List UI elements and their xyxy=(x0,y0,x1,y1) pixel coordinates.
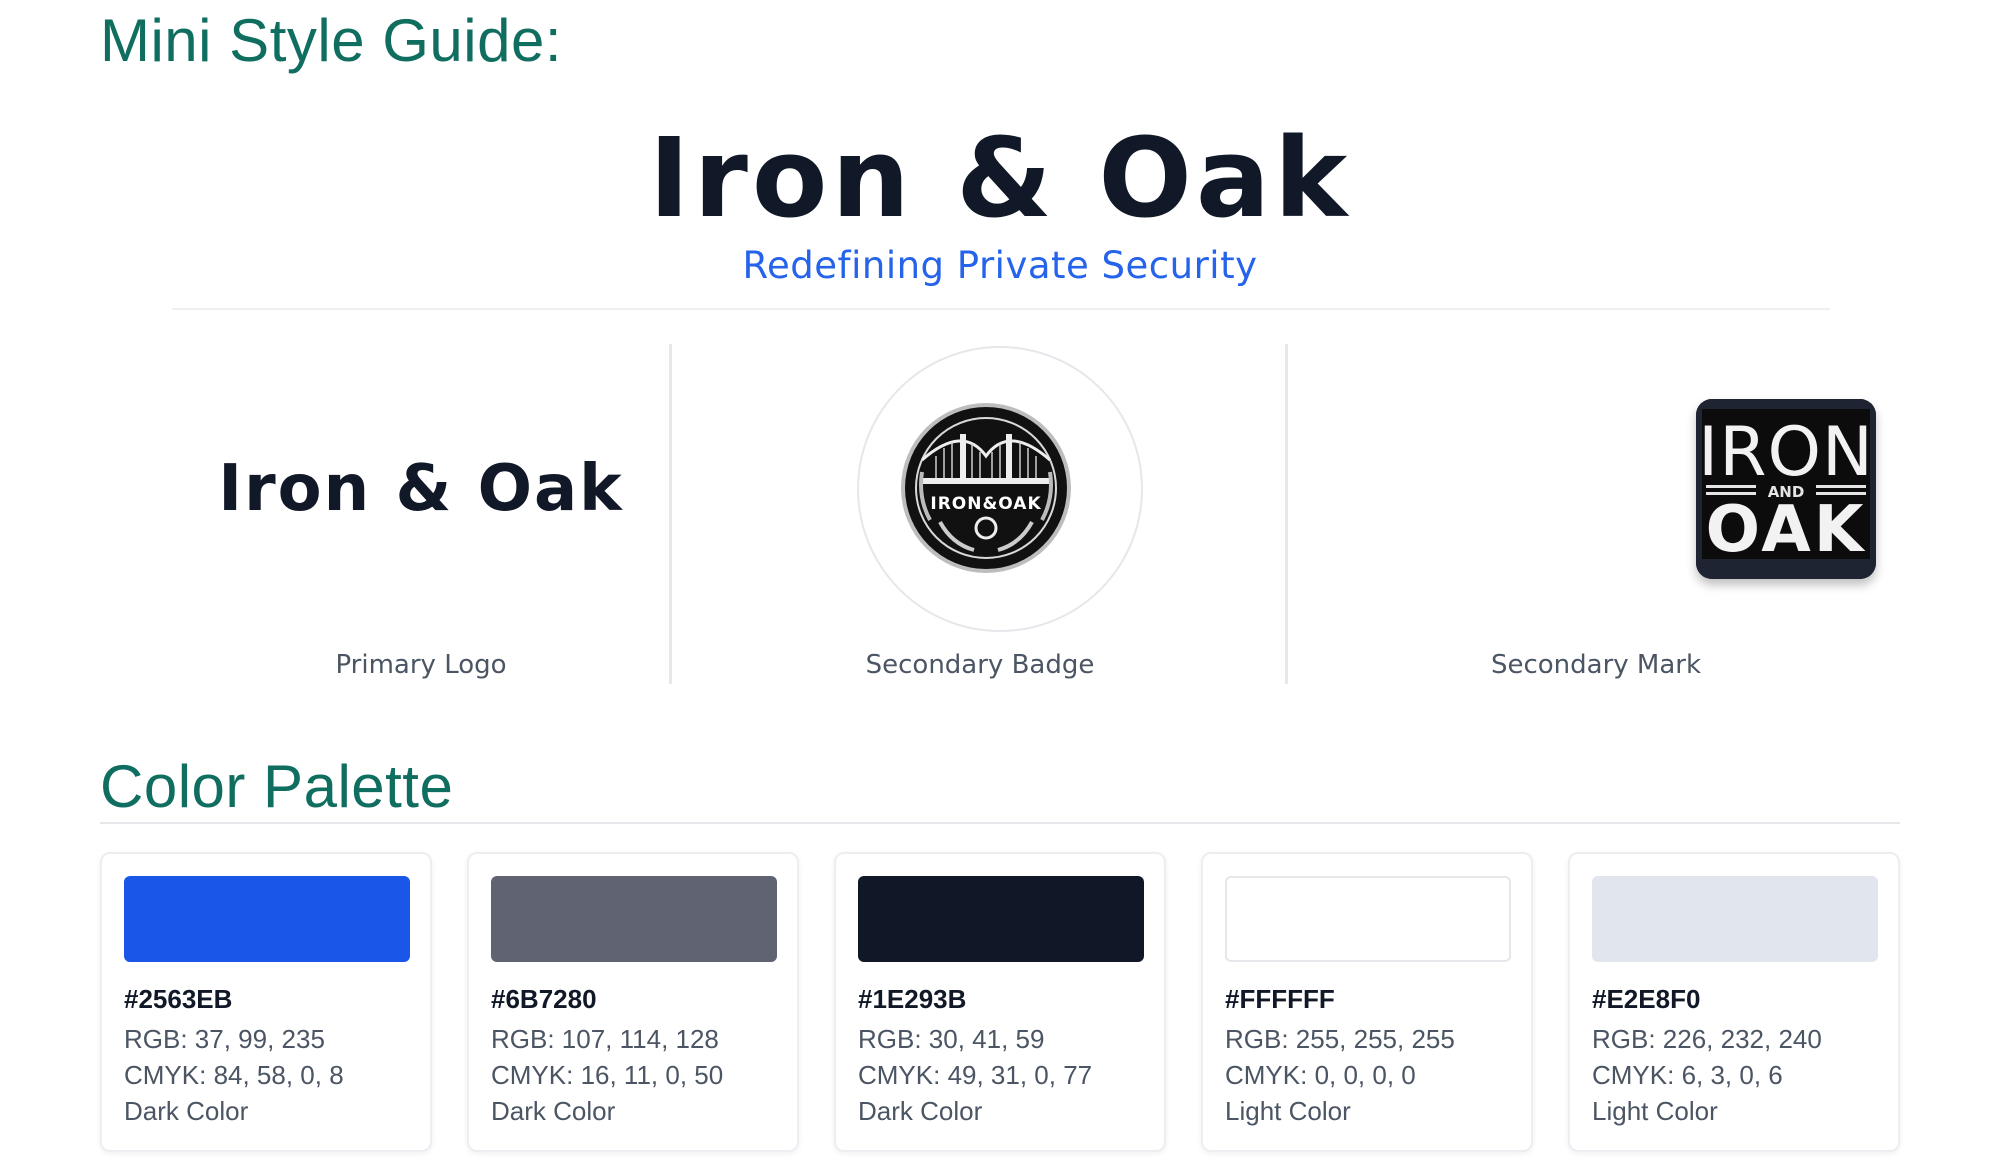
color-rgb: RGB: 37, 99, 235 xyxy=(124,1024,325,1054)
logo-showcase: Iron & Oak Primary Logo IRON&OAK Seconda… xyxy=(172,344,2000,684)
color-cmyk: CMYK: 0, 0, 0, 0 xyxy=(1225,1060,1416,1090)
color-rgb: RGB: 255, 255, 255 xyxy=(1225,1024,1455,1054)
color-card: #FFFFFF RGB: 255, 255, 255 CMYK: 0, 0, 0… xyxy=(1201,852,1533,1152)
color-swatch xyxy=(124,876,410,962)
palette-divider xyxy=(100,822,1900,824)
color-card: #6B7280 RGB: 107, 114, 128 CMYK: 16, 11,… xyxy=(467,852,799,1152)
mark-logo-icon: IRON AND OAK xyxy=(1696,399,1876,579)
hero-divider xyxy=(172,308,1830,310)
color-swatch xyxy=(1225,876,1511,962)
svg-text:IRON&OAK: IRON&OAK xyxy=(930,494,1041,514)
color-rgb: RGB: 107, 114, 128 xyxy=(491,1024,719,1054)
svg-text:OAK: OAK xyxy=(1706,493,1867,567)
color-tone: Light Color xyxy=(1592,1096,1718,1126)
style-guide-page: Mini Style Guide: Iron & Oak Redefining … xyxy=(0,0,2000,1160)
secondary-badge-cell: IRON&OAK Secondary Badge xyxy=(672,344,1288,684)
color-hex: #FFFFFF xyxy=(1225,984,1335,1014)
secondary-mark-caption: Secondary Mark xyxy=(1490,650,1702,680)
color-hex: #1E293B xyxy=(858,984,967,1014)
hero: Iron & Oak Redefining Private Security xyxy=(0,118,2000,287)
color-palette-title: Color Palette xyxy=(100,753,454,820)
secondary-mark-cell: IRON AND OAK Secondary Mark xyxy=(1288,344,1904,684)
color-hex: #2563EB xyxy=(124,984,233,1014)
color-swatch xyxy=(858,876,1144,962)
color-tone: Dark Color xyxy=(858,1096,983,1126)
hero-tagline: Redefining Private Security xyxy=(742,244,1258,287)
color-cmyk: CMYK: 6, 3, 0, 6 xyxy=(1592,1060,1783,1090)
primary-logo: Iron & Oak xyxy=(218,452,624,526)
color-hex: #6B7280 xyxy=(491,984,597,1014)
color-tone: Dark Color xyxy=(491,1096,616,1126)
svg-text:IRON: IRON xyxy=(1698,413,1874,492)
color-swatch xyxy=(1592,876,1878,962)
color-tone: Light Color xyxy=(1225,1096,1351,1126)
primary-logo-caption: Primary Logo xyxy=(335,650,507,680)
secondary-badge-caption: Secondary Badge xyxy=(865,650,1095,680)
page-title: Mini Style Guide: xyxy=(100,7,563,74)
color-hex: #E2E8F0 xyxy=(1592,984,1701,1014)
primary-logo-cell: Iron & Oak Primary Logo xyxy=(172,344,670,684)
color-card: #E2E8F0 RGB: 226, 232, 240 CMYK: 6, 3, 0… xyxy=(1568,852,1900,1152)
color-cmyk: CMYK: 84, 58, 0, 8 xyxy=(124,1060,344,1090)
hero-brand-name: Iron & Oak xyxy=(648,114,1352,242)
color-swatch xyxy=(491,876,777,962)
color-swatches: #2563EB RGB: 37, 99, 235 CMYK: 84, 58, 0… xyxy=(100,852,1900,1152)
color-card: #1E293B RGB: 30, 41, 59 CMYK: 49, 31, 0,… xyxy=(834,852,1166,1152)
color-rgb: RGB: 226, 232, 240 xyxy=(1592,1024,1822,1054)
color-tone: Dark Color xyxy=(124,1096,249,1126)
color-rgb: RGB: 30, 41, 59 xyxy=(858,1024,1045,1054)
mark-logo-art: IRON AND OAK xyxy=(1696,399,1876,579)
color-cmyk: CMYK: 49, 31, 0, 77 xyxy=(858,1060,1093,1090)
color-cmyk: CMYK: 16, 11, 0, 50 xyxy=(491,1060,724,1090)
badge-logo-icon: IRON&OAK xyxy=(901,403,1071,573)
color-card: #2563EB RGB: 37, 99, 235 CMYK: 84, 58, 0… xyxy=(100,852,432,1152)
